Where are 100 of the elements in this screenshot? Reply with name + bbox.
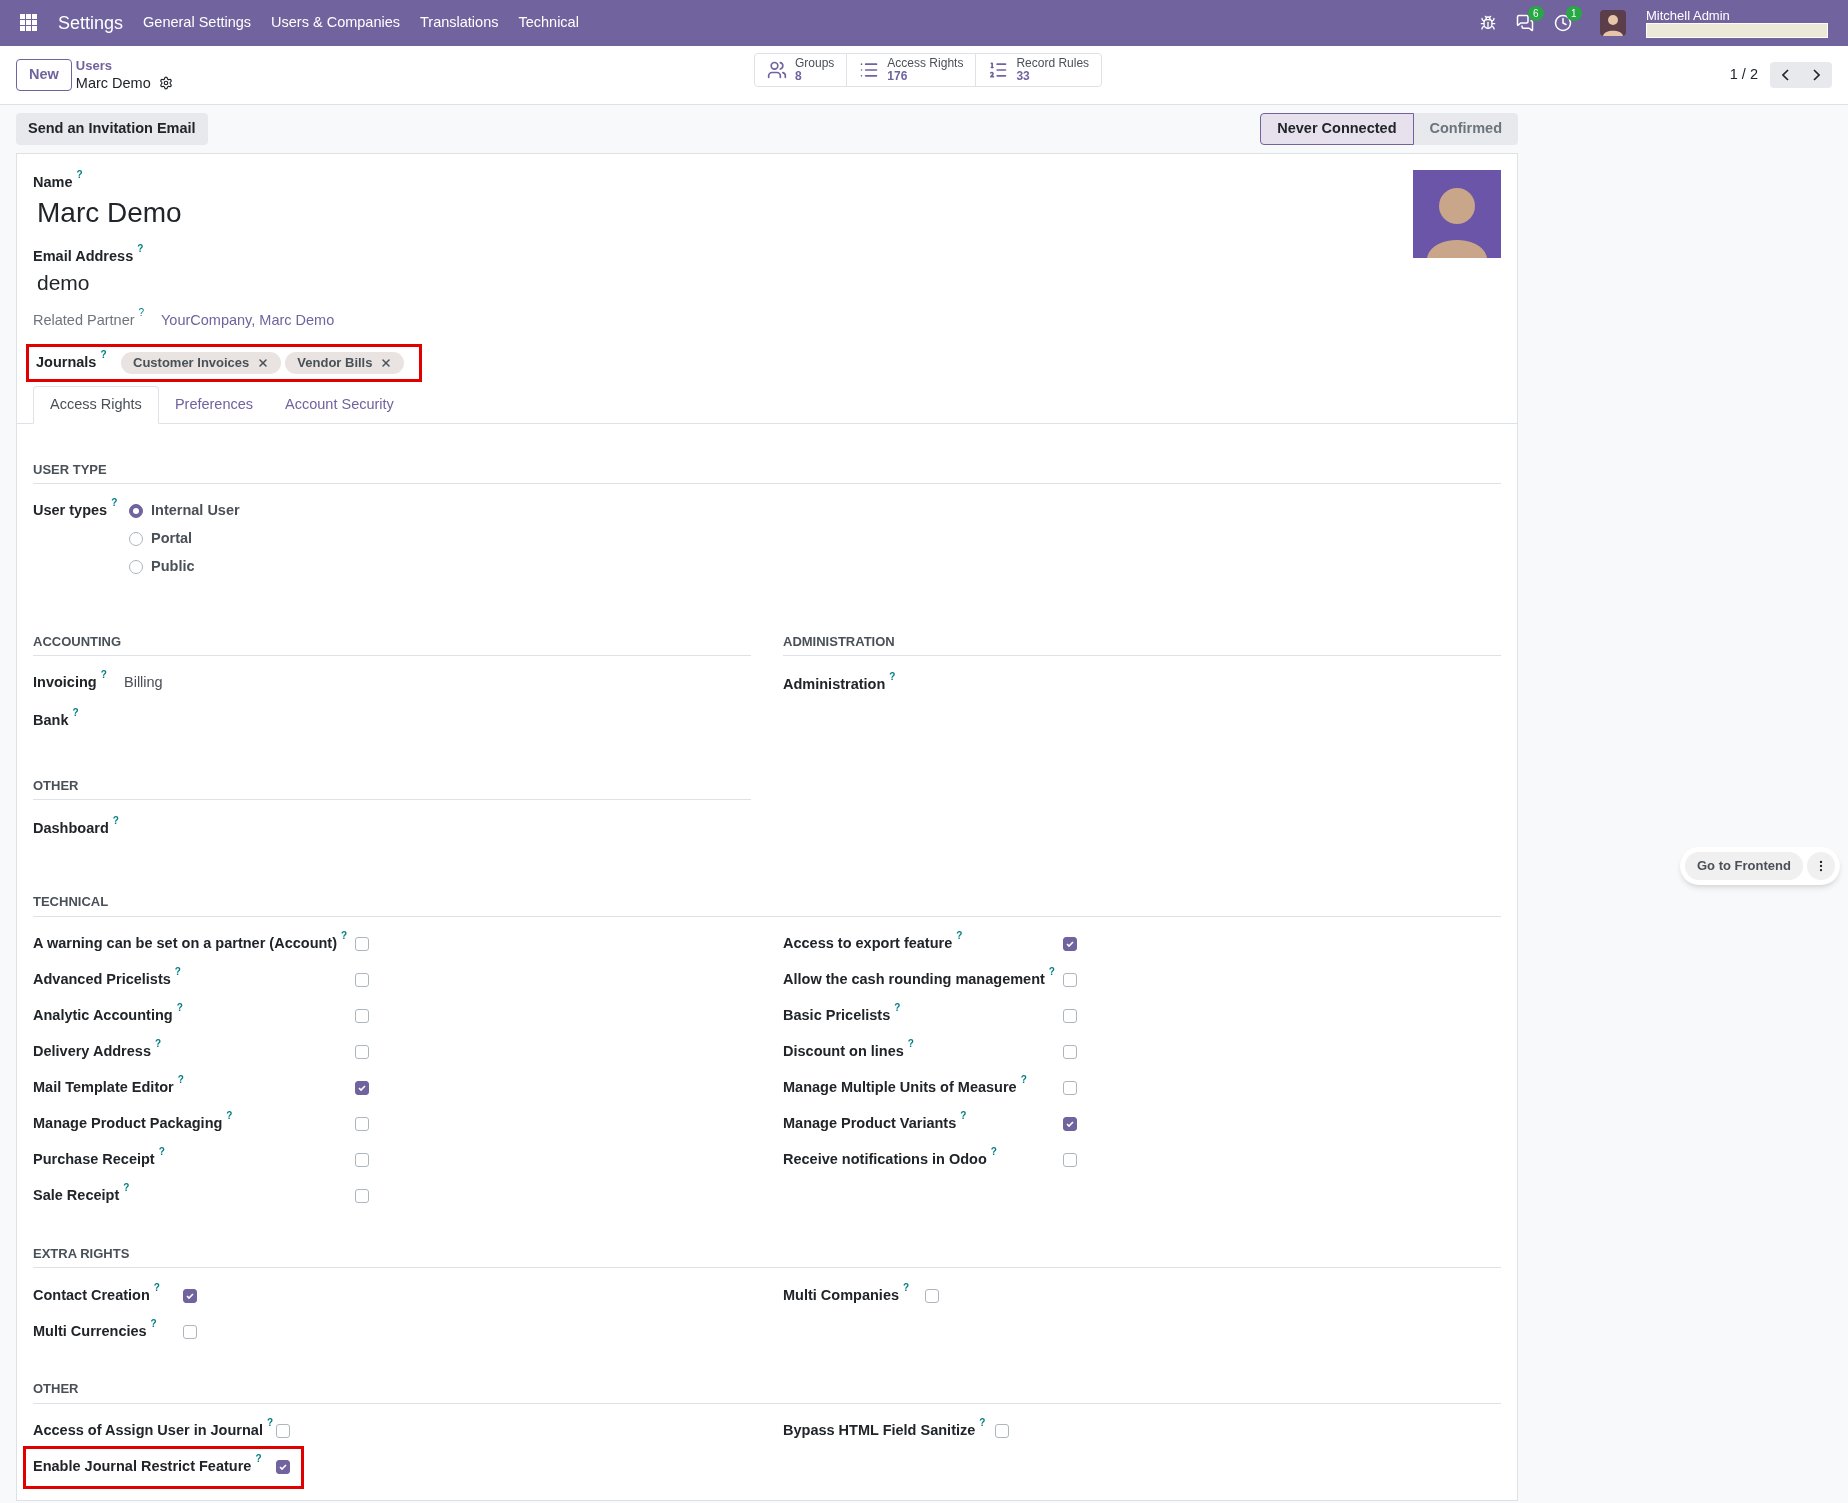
field-label: Bank [33, 710, 69, 730]
checkbox[interactable] [1063, 937, 1077, 951]
checkbox[interactable] [276, 1424, 290, 1438]
help-icon[interactable]: ? [341, 931, 348, 942]
field-value[interactable]: Billing [124, 672, 163, 694]
checkbox[interactable] [355, 973, 369, 987]
help-icon[interactable]: ? [111, 498, 118, 509]
checkbox[interactable] [1063, 973, 1077, 987]
tab[interactable]: Account Security [269, 385, 410, 424]
help-icon[interactable]: ? [100, 670, 107, 680]
radio-label[interactable]: Portal [151, 528, 193, 550]
help-icon[interactable]: ? [1020, 1075, 1027, 1086]
more-options-button[interactable] [1806, 852, 1835, 880]
field-label: Receive notifications in Odoo [783, 1150, 987, 1170]
go-to-frontend-button[interactable]: Go to Frontend [1685, 852, 1803, 880]
help-icon[interactable]: ? [894, 1003, 901, 1014]
user-name[interactable]: Mitchell Admin [1646, 8, 1828, 23]
next-button[interactable] [1801, 62, 1832, 88]
checkbox[interactable] [355, 1189, 369, 1203]
status-step[interactable]: Never Connected [1260, 113, 1414, 145]
help-icon[interactable]: ? [255, 1454, 262, 1465]
tab[interactable]: Access Rights [33, 385, 159, 424]
field-label: Analytic Accounting [33, 1006, 173, 1026]
close-icon[interactable] [257, 356, 270, 369]
partner-link[interactable]: YourCompany, Marc Demo [161, 310, 335, 332]
pager-value[interactable]: 1 / 2 [1729, 64, 1758, 86]
menu-item[interactable]: General Settings [143, 12, 252, 34]
status-step[interactable]: Confirmed [1413, 113, 1518, 145]
help-icon[interactable]: ? [137, 244, 144, 254]
clock-icon[interactable] [1554, 14, 1572, 32]
notification-badge: 6 [1528, 6, 1544, 21]
checkbox[interactable] [355, 1117, 369, 1131]
help-icon[interactable]: ? [112, 816, 119, 826]
help-icon[interactable]: ? [979, 1418, 986, 1429]
checkbox[interactable] [355, 1045, 369, 1059]
help-icon[interactable]: ? [150, 1318, 157, 1329]
apps-menu-icon[interactable] [20, 14, 38, 32]
checkbox[interactable] [355, 1153, 369, 1167]
help-icon[interactable]: ? [907, 1039, 914, 1050]
email-value[interactable]: demo [37, 268, 90, 298]
help-icon[interactable]: ? [100, 349, 107, 360]
radio-label[interactable]: Public [151, 555, 195, 578]
checkbox[interactable] [276, 1460, 290, 1474]
checkbox[interactable] [925, 1288, 939, 1303]
stat-button[interactable]: Groups 8 [755, 54, 847, 86]
previous-button[interactable] [1770, 62, 1801, 88]
stat-button[interactable]: Access Rights 176 [846, 54, 976, 86]
help-icon[interactable]: ? [158, 1147, 165, 1158]
field-label: Multi Currencies [33, 1321, 147, 1341]
help-icon[interactable]: ? [176, 1003, 183, 1014]
help-icon[interactable]: ? [123, 1183, 130, 1194]
field-label: Delivery Address [33, 1042, 151, 1062]
checkbox[interactable] [1063, 1045, 1077, 1059]
journal-tag[interactable]: Customer Invoices [121, 351, 282, 374]
help-icon[interactable]: ? [226, 1111, 233, 1122]
checkbox[interactable] [1063, 1153, 1077, 1167]
checkbox[interactable] [183, 1324, 197, 1339]
radio-button[interactable] [129, 504, 143, 519]
new-button[interactable]: New [16, 59, 72, 91]
help-icon[interactable]: ? [266, 1418, 274, 1429]
checkbox[interactable] [1063, 1009, 1077, 1023]
field-label: Enable Journal Restrict Feature [33, 1457, 252, 1477]
check-icon [1065, 1119, 1075, 1129]
stat-button[interactable]: Record Rules 33 [975, 54, 1102, 86]
name-value[interactable]: Marc Demo [37, 194, 182, 232]
breadcrumb-link[interactable]: Users [75, 57, 173, 75]
help-icon[interactable]: ? [138, 308, 145, 318]
chat-icon[interactable] [1516, 14, 1534, 32]
help-icon[interactable]: ? [889, 672, 896, 682]
help-icon[interactable]: ? [174, 967, 181, 978]
help-icon[interactable]: ? [76, 170, 83, 180]
radio-label[interactable]: Internal User [151, 500, 240, 522]
help-icon[interactable]: ? [72, 707, 79, 718]
journal-tag[interactable]: Vendor Bills [285, 351, 405, 374]
checkbox[interactable] [355, 1009, 369, 1023]
help-icon[interactable]: ? [960, 1111, 967, 1122]
section-title: ACCOUNTING [33, 631, 751, 656]
checkbox[interactable] [183, 1288, 197, 1303]
close-icon[interactable] [380, 356, 393, 369]
help-icon[interactable]: ? [1048, 967, 1055, 978]
menu-item[interactable]: Technical [518, 12, 579, 34]
checkbox[interactable] [1063, 1117, 1077, 1131]
gear-icon[interactable] [158, 76, 173, 91]
checkbox[interactable] [1063, 1081, 1077, 1095]
checkbox[interactable] [355, 937, 369, 951]
menu-item[interactable]: Translations [420, 12, 499, 34]
invitation-button[interactable]: Send an Invitation Email [16, 113, 208, 145]
app-name[interactable]: Settings [58, 9, 124, 37]
help-icon[interactable]: ? [153, 1282, 160, 1293]
checkbox[interactable] [355, 1081, 369, 1095]
bug-icon[interactable] [1480, 15, 1496, 31]
menu-item[interactable]: Users & Companies [271, 12, 400, 34]
help-icon[interactable]: ? [956, 931, 963, 942]
help-icon[interactable]: ? [154, 1039, 162, 1050]
help-icon[interactable]: ? [903, 1282, 910, 1293]
checkbox[interactable] [995, 1424, 1009, 1438]
help-icon[interactable]: ? [990, 1147, 997, 1158]
user-avatar[interactable] [1600, 10, 1626, 36]
help-icon[interactable]: ? [177, 1075, 184, 1086]
tab[interactable]: Preferences [158, 385, 270, 424]
